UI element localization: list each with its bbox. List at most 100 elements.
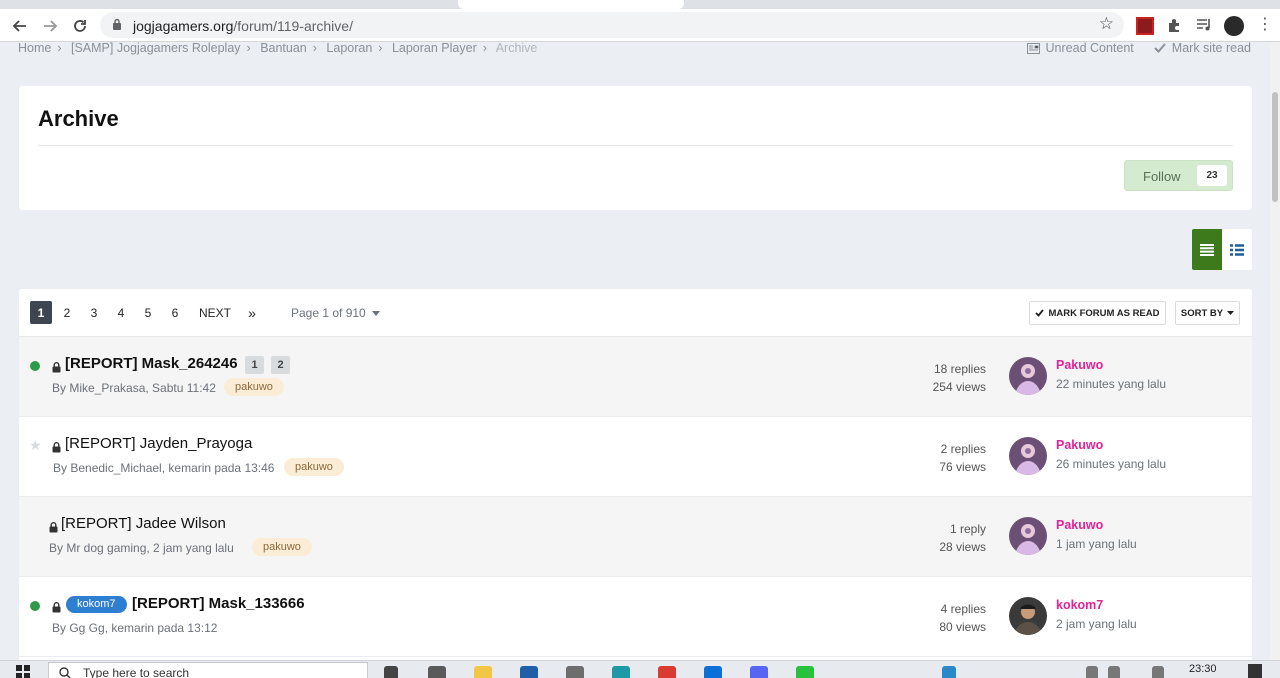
- last-post-time[interactable]: 1 jam yang lalu: [1056, 537, 1137, 551]
- follow-button[interactable]: Follow 23: [1124, 160, 1233, 191]
- topic-meta: By Mike_Prakasa, Sabtu 11:42: [52, 381, 216, 395]
- detailed-list-icon: [1230, 243, 1244, 256]
- list-view-toggle[interactable]: [1192, 229, 1222, 270]
- avatar[interactable]: [1009, 357, 1047, 395]
- topic-title[interactable]: [REPORT] Jadee Wilson: [61, 515, 226, 532]
- page-5[interactable]: 5: [137, 301, 159, 324]
- last-poster-name[interactable]: Pakuwo: [1056, 518, 1103, 532]
- network-icon[interactable]: [1086, 666, 1098, 678]
- bookmark-star-icon[interactable]: ☆: [1099, 14, 1114, 34]
- topic-title[interactable]: [REPORT] Jayden_Prayoga: [65, 435, 252, 452]
- tray-app-icon[interactable]: [942, 666, 956, 678]
- reply-count: 1 reply: [949, 522, 986, 536]
- volume-icon[interactable]: [1152, 666, 1164, 678]
- sort-by-button[interactable]: SORT BY: [1175, 301, 1240, 325]
- reload-icon[interactable]: [68, 14, 92, 38]
- camera-icon[interactable]: [566, 666, 584, 678]
- detailed-view-toggle[interactable]: [1222, 229, 1252, 270]
- topic-prefix[interactable]: kokom7: [66, 596, 127, 613]
- lock-icon: [112, 18, 122, 36]
- avatar[interactable]: [1009, 597, 1047, 635]
- topic-tag[interactable]: pakuwo: [284, 458, 344, 476]
- topic-row[interactable]: [REPORT] Mask_264246 1 2 By Mike_Prakasa…: [19, 337, 1252, 417]
- topic-tag[interactable]: pakuwo: [252, 538, 312, 556]
- page-6[interactable]: 6: [164, 301, 186, 324]
- last-post-time[interactable]: 2 jam yang lalu: [1056, 617, 1137, 631]
- topic-title[interactable]: [REPORT] Mask_264246: [65, 355, 238, 372]
- last-post-time[interactable]: 26 minutes yang lalu: [1056, 457, 1166, 471]
- last-poster-name[interactable]: Pakuwo: [1056, 438, 1103, 452]
- page-scrollbar[interactable]: [1270, 42, 1280, 660]
- unread-content-label: Unread Content: [1045, 41, 1134, 55]
- breadcrumb-separator: ›: [57, 41, 62, 55]
- scrollbar-thumb[interactable]: [1272, 92, 1278, 202]
- topic-stats: 1 reply 28 views: [939, 520, 986, 556]
- file-explorer-icon[interactable]: [474, 666, 492, 678]
- edge-icon[interactable]: [612, 666, 630, 678]
- line-icon[interactable]: [796, 666, 814, 678]
- discord-icon[interactable]: [750, 666, 768, 678]
- last-page[interactable]: »: [241, 301, 263, 324]
- address-bar[interactable]: jogjagamers.org/forum/119-archive/ ☆: [100, 12, 1124, 38]
- task-view-icon[interactable]: [428, 666, 446, 678]
- topic-page-1[interactable]: 1: [245, 356, 264, 374]
- notification-icon[interactable]: [1248, 664, 1262, 678]
- breadcrumb-laporan-player[interactable]: Laporan Player: [392, 41, 477, 55]
- locked-topic-icon: [52, 440, 61, 458]
- page-title: Archive: [38, 106, 119, 131]
- profile-avatar[interactable]: [1224, 16, 1244, 36]
- topic-row[interactable]: kokom7 [REPORT] Mask_133666 By Gg Gg, ke…: [19, 577, 1252, 657]
- next-page[interactable]: NEXT: [199, 301, 231, 324]
- media-control-icon[interactable]: [1196, 17, 1214, 35]
- search-icon: [59, 666, 71, 678]
- page-3[interactable]: 3: [83, 301, 105, 324]
- breadcrumb-home[interactable]: Home: [18, 41, 51, 55]
- breadcrumb-samp[interactable]: [SAMP] Jogjagamers Roleplay: [71, 41, 241, 55]
- topic-row[interactable]: ★ [REPORT] Jayden_Prayoga By Benedic_Mic…: [19, 417, 1252, 497]
- browser-toolbar: jogjagamers.org/forum/119-archive/ ☆ ⋮: [0, 9, 1280, 42]
- topic-row[interactable]: [REPORT] Jadee Wilson By Mr dog gaming, …: [19, 497, 1252, 577]
- forward-icon[interactable]: [38, 14, 62, 38]
- taskbar-search[interactable]: Type here to search: [48, 662, 368, 678]
- page-jump-dropdown[interactable]: Page 1 of 910: [291, 306, 380, 320]
- breadcrumb-laporan[interactable]: Laporan: [326, 41, 372, 55]
- breadcrumb-bantuan[interactable]: Bantuan: [260, 41, 307, 55]
- newspaper-icon: [1026, 42, 1040, 54]
- last-poster-name[interactable]: kokom7: [1056, 598, 1103, 612]
- mark-site-read-label: Mark site read: [1171, 41, 1251, 55]
- menu-icon[interactable]: ⋮: [1256, 17, 1274, 35]
- taskbar-search-placeholder: Type here to search: [83, 666, 190, 678]
- back-icon[interactable]: [8, 14, 32, 38]
- unread-content-link[interactable]: Unread Content: [1026, 41, 1134, 55]
- mark-forum-read-button[interactable]: MARK FORUM AS READ: [1029, 301, 1166, 325]
- view-count: 76 views: [939, 460, 986, 474]
- topic-title[interactable]: [REPORT] Mask_133666: [132, 595, 305, 612]
- taskbar-clock[interactable]: 23:30: [1189, 663, 1217, 675]
- page-1[interactable]: 1: [30, 301, 52, 324]
- mail-icon[interactable]: [520, 666, 538, 678]
- page-2[interactable]: 2: [56, 301, 78, 324]
- view-count: 254 views: [932, 380, 986, 394]
- last-post-time[interactable]: 22 minutes yang lalu: [1056, 377, 1166, 391]
- view-count: 28 views: [939, 540, 986, 554]
- reply-count: 18 replies: [933, 362, 986, 376]
- active-tab[interactable]: [458, 0, 684, 9]
- breadcrumb-actions: Unread Content Mark site read: [1026, 41, 1251, 55]
- extension-icon[interactable]: [1166, 17, 1184, 35]
- mark-site-read-link[interactable]: Mark site read: [1154, 41, 1251, 55]
- breadcrumb-separator: ›: [246, 41, 251, 55]
- battery-icon[interactable]: [1108, 666, 1120, 678]
- checkmark-icon: [1035, 309, 1045, 317]
- last-poster-name[interactable]: Pakuwo: [1056, 358, 1103, 372]
- avatar[interactable]: [1009, 517, 1047, 555]
- chrome-icon[interactable]: [658, 666, 676, 678]
- topic-tag[interactable]: pakuwo: [224, 378, 284, 396]
- extension-red-icon[interactable]: [1136, 17, 1154, 35]
- windows-icon[interactable]: [16, 665, 30, 678]
- cortana-icon[interactable]: [384, 666, 398, 678]
- caret-down-icon: [371, 310, 380, 316]
- topic-page-2[interactable]: 2: [271, 356, 290, 374]
- avatar[interactable]: [1009, 437, 1047, 475]
- page-4[interactable]: 4: [110, 301, 132, 324]
- store-icon[interactable]: [704, 666, 722, 678]
